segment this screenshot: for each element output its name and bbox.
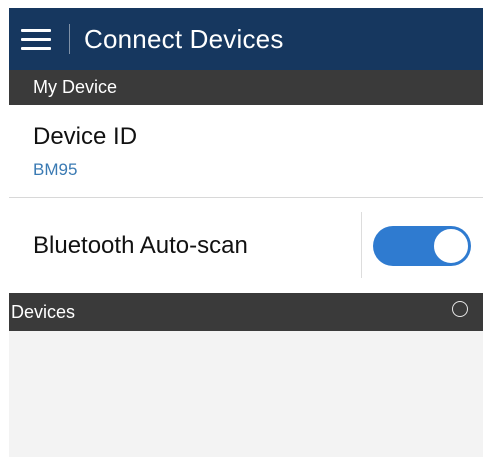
devices-section-header: Devices bbox=[9, 293, 483, 331]
device-id-value: BM95 bbox=[33, 160, 78, 179]
bluetooth-auto-scan-row: Bluetooth Auto-scan bbox=[9, 198, 483, 293]
bluetooth-auto-scan-label: Bluetooth Auto-scan bbox=[33, 232, 248, 259]
device-list bbox=[9, 331, 483, 457]
bluetooth-auto-scan-toggle[interactable] bbox=[373, 226, 471, 266]
menu-line bbox=[21, 37, 51, 41]
devices-header-label: Devices bbox=[11, 301, 76, 322]
connect-devices-screen: Connect Devices My Device Device ID BM95… bbox=[0, 0, 483, 457]
menu-line bbox=[21, 28, 51, 32]
appbar-divider bbox=[69, 24, 70, 54]
menu-line bbox=[21, 46, 51, 50]
toggle-divider bbox=[361, 212, 362, 278]
my-device-header-label: My Device bbox=[33, 77, 118, 97]
top-strip bbox=[0, 0, 483, 8]
device-id-label: Device ID bbox=[33, 123, 138, 150]
page-title: Connect Devices bbox=[84, 23, 284, 54]
toggle-knob bbox=[432, 227, 470, 265]
my-device-section-header: My Device bbox=[9, 70, 483, 105]
app-bar: Connect Devices bbox=[9, 8, 483, 70]
hamburger-menu-icon[interactable] bbox=[11, 8, 61, 70]
device-id-row[interactable]: Device ID BM95 bbox=[9, 105, 483, 197]
loading-spinner-icon bbox=[452, 301, 468, 317]
